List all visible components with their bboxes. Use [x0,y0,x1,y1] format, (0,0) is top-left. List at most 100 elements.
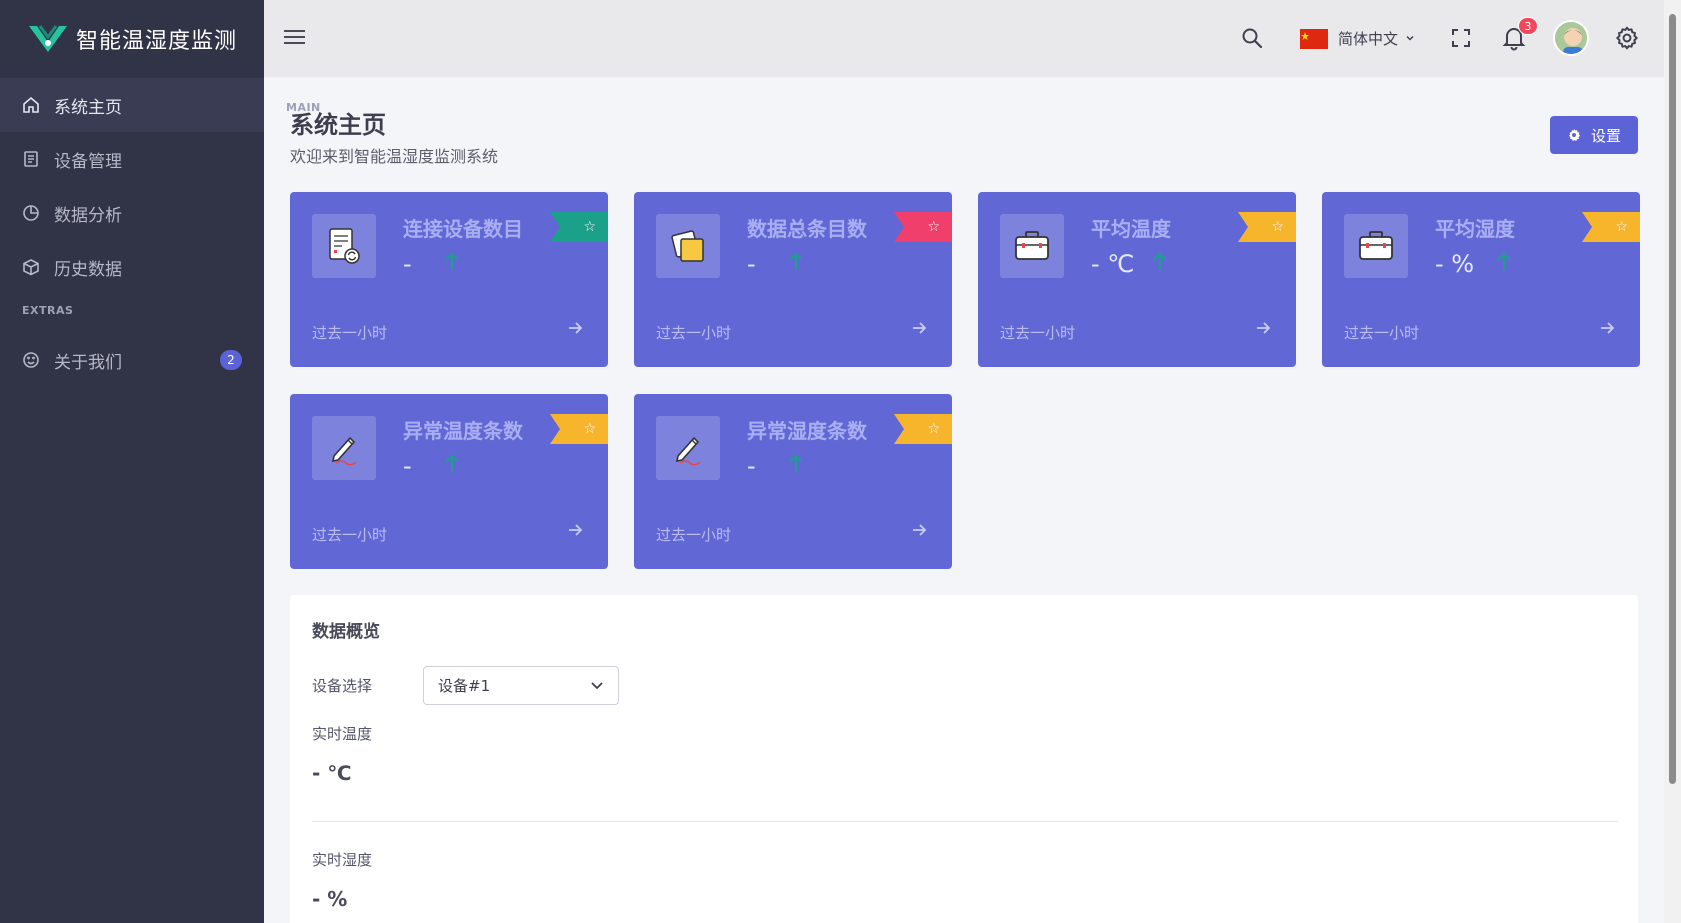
stat-card-abnormal-temperature[interactable]: 异常温度条数 - 过去一小时 ☆ [290,394,608,569]
card-footer: 过去一小时 [1000,324,1076,342]
gear-icon [1568,128,1581,142]
panel-title: 数据概览 [312,622,380,642]
chevron-down-icon [591,682,603,690]
card-title: 连接设备数目 [403,217,523,241]
ribbon-badge: ☆ [1582,212,1640,242]
card-value: - % [1435,250,1475,278]
device-select-value: 设备#1 [438,677,491,695]
about-badge: 2 [220,350,242,370]
pen-icon [312,416,376,480]
devices-sync-icon [312,214,376,278]
arrow-up-icon [1497,252,1511,270]
star-icon: ☆ [1615,219,1628,235]
brand-logo-icon [29,25,67,52]
card-footer: 过去一小时 [1344,324,1420,342]
card-footer: 过去一小时 [656,526,732,544]
card-title: 平均湿度 [1435,217,1515,241]
card-footer: 过去一小时 [312,324,388,342]
realtime-temp-value: - ℃ [312,761,352,785]
stat-card-avg-humidity[interactable]: 平均湿度 - % 过去一小时 ☆ [1322,192,1640,367]
stat-card-avg-temperature[interactable]: 平均温度 - ℃ 过去一小时 ☆ [978,192,1296,367]
arrow-up-icon [445,454,459,472]
menu-toggle-icon[interactable] [284,26,308,50]
sidebar-item-data-analysis[interactable]: 数据分析 [0,186,264,240]
arrow-up-icon [789,454,803,472]
card-title: 异常湿度条数 [747,419,867,443]
arrow-right-icon[interactable] [566,521,584,539]
topbar: 简体中文 3 [264,0,1664,77]
briefcase-icon [1000,214,1064,278]
sidebar-item-home[interactable]: 系统主页 [0,78,264,132]
notification-badge: 3 [1518,17,1538,35]
ribbon-badge: ☆ [1238,212,1296,242]
ribbon-badge: ☆ [550,212,608,242]
brand-name: 智能温湿度监测 [76,29,238,54]
main-content: 系统主页 欢迎来到智能温湿度监测系统 设置 连接设备数目 - 过去一小时 ☆ 数… [264,77,1664,923]
divider [312,821,1618,822]
arrow-up-icon [789,252,803,270]
arrow-up-icon [1153,252,1167,270]
sidebar-item-about[interactable]: 关于我们 2 [0,333,264,387]
card-footer: 过去一小时 [312,526,388,544]
home-icon [22,96,40,114]
settings-button-label: 设置 [1590,126,1621,145]
card-value: - ℃ [1091,250,1135,278]
arrow-right-icon[interactable] [566,319,584,337]
search-icon[interactable] [1240,26,1264,50]
settings-button[interactable]: 设置 [1550,116,1638,154]
sticky-notes-icon [656,214,720,278]
gear-icon[interactable] [1614,25,1640,51]
star-icon: ☆ [927,421,940,437]
star-icon: ☆ [583,421,596,437]
sidebar-item-label: 设备管理 [54,151,122,172]
chevron-down-icon[interactable] [1404,32,1416,44]
scrollbar-thumb[interactable] [1669,14,1676,784]
arrow-right-icon[interactable] [1598,319,1616,337]
arrow-up-icon [445,252,459,270]
star-icon: ☆ [927,219,940,235]
fullscreen-icon[interactable] [1450,27,1472,49]
brand[interactable]: 智能温湿度监测 [0,0,264,78]
briefcase-icon [1344,214,1408,278]
china-flag-icon[interactable] [1300,29,1328,49]
arrow-right-icon[interactable] [1254,319,1272,337]
realtime-humidity-label: 实时湿度 [312,851,373,869]
language-selector[interactable]: 简体中文 [1338,28,1398,49]
menu-section-extras: EXTRAS [22,304,74,317]
device-select[interactable]: 设备#1 [423,666,619,705]
sidebar-item-device-management[interactable]: 设备管理 [0,132,264,186]
pen-icon [656,416,720,480]
arrow-right-icon[interactable] [910,521,928,539]
stat-card-abnormal-humidity[interactable]: 异常湿度条数 - 过去一小时 ☆ [634,394,952,569]
ribbon-badge: ☆ [894,212,952,242]
smile-icon [22,351,40,369]
device-select-label: 设备选择 [312,677,373,695]
card-title: 数据总条目数 [747,217,867,241]
arrow-right-icon[interactable] [910,319,928,337]
star-icon: ☆ [1271,219,1284,235]
realtime-humidity-value: - % [312,887,348,911]
stat-card-total-records[interactable]: 数据总条目数 - 过去一小时 ☆ [634,192,952,367]
sidebar-item-history[interactable]: 历史数据 [0,240,264,294]
avatar[interactable] [1553,20,1589,56]
page-subtitle: 欢迎来到智能温湿度监测系统 [290,147,499,166]
card-title: 平均温度 [1091,217,1171,241]
sidebar-item-label: 数据分析 [54,205,122,226]
card-value: - [403,452,412,480]
pie-chart-icon [22,204,40,222]
card-footer: 过去一小时 [656,324,732,342]
page-title: 系统主页 [290,111,386,139]
device-list-icon [22,150,40,168]
card-value: - [747,452,756,480]
box-icon [22,258,40,276]
realtime-temp-label: 实时温度 [312,725,373,743]
sidebar-item-label: 关于我们 [54,352,122,373]
ribbon-badge: ☆ [894,414,952,444]
sidebar: 智能温湿度监测 MAIN 系统主页 设备管理 数据分析 历史数据 EXTRAS … [0,0,320,923]
card-value: - [747,250,756,278]
data-overview-panel: 数据概览 设备选择 设备#1 实时温度 - ℃ 实时湿度 - % [290,595,1638,923]
stat-card-connected-devices[interactable]: 连接设备数目 - 过去一小时 ☆ [290,192,608,367]
scrollbar[interactable] [1664,0,1681,923]
sidebar-item-label: 历史数据 [54,259,122,280]
sidebar-item-label: 系统主页 [54,97,122,118]
